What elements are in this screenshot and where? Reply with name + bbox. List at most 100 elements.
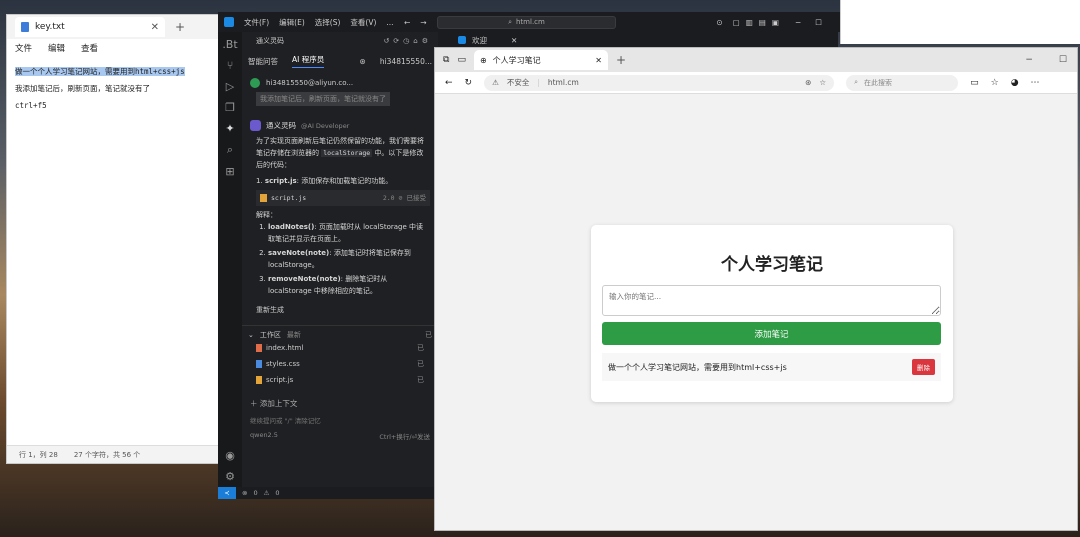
workspace-file[interactable]: script.js 已 [242, 372, 438, 388]
gear-icon[interactable]: ⚙ [225, 470, 235, 483]
vscode-editor-tabs: 欢迎 ✕ [438, 32, 838, 48]
explain-item: removeNote(note): 删除笔记时从 localStorage 中移… [268, 273, 430, 297]
split-screen-icon[interactable]: ▭ [970, 78, 979, 88]
close-icon[interactable]: ✕ [595, 56, 602, 65]
search-icon: ⌕ [854, 78, 859, 86]
bt-icon[interactable]: .Bt [222, 38, 237, 51]
forward-icon[interactable]: → [420, 18, 426, 27]
ai-role: @AI Developer [301, 121, 350, 130]
error-count[interactable]: 0 [253, 489, 257, 497]
address-bar[interactable]: ⚠ 不安全 | html.cm ⊛ ☆ [484, 74, 835, 91]
model-select[interactable]: qwen2.5 [250, 431, 278, 441]
workspace-header[interactable]: ⌄ 工作区 最新 已 [242, 330, 438, 340]
activity-bar: .Bt ⑂ ▷ ❐ ✦ ⌕ ⊞ ◉ ⚙ [218, 32, 242, 487]
file-chip-version: 2.0 [382, 194, 395, 202]
delete-button[interactable]: 删除 [912, 359, 935, 375]
step1-text: 添加保存和加载笔记的功能。 [301, 177, 393, 185]
more-menu-icon[interactable]: ⋯ [1031, 78, 1040, 88]
globe-icon: ⊕ [479, 55, 487, 65]
fn-name: saveNote(note) [268, 249, 330, 257]
js-file-icon [260, 194, 267, 202]
back-icon[interactable]: ← [404, 18, 410, 27]
lingma-panel: 通义灵码 ↺⟳◷⌂⚙ 智能问答 AI 程序员 ⊛ hi34815550... h… [242, 32, 438, 487]
browser-window: ⧉ ▭ ⊕ 个人学习笔记 ✕ + − ☐ ← ↻ ⚠ 不安全 | html.cm… [434, 47, 1078, 531]
file-status: 已 [417, 344, 424, 352]
user-email: hi34815550@aliyun.co... [266, 79, 354, 87]
account-name[interactable]: hi34815550... [380, 57, 432, 66]
add-context-label: 添加上下文 [259, 399, 298, 408]
menu-view[interactable]: 查看(V) [350, 17, 376, 28]
workspace-file[interactable]: index.html 已 [242, 340, 438, 356]
notepad-tab-title: key.txt [35, 22, 65, 32]
favorites-icon[interactable]: ☆ [991, 78, 999, 88]
copilot-icon[interactable]: ⊙ [716, 18, 722, 27]
new-tab-icon[interactable]: + [175, 20, 185, 34]
new-tab-icon[interactable]: + [616, 53, 626, 67]
back-icon[interactable]: ← [445, 78, 453, 88]
notepad-statusbar: 行 1，列 28 27 个字符，共 56 个 [7, 445, 218, 463]
minimize-icon[interactable]: − [1025, 55, 1033, 65]
menu-selection[interactable]: 选择(S) [315, 17, 341, 28]
extensions-icon[interactable]: ⊞ [225, 165, 234, 178]
warning-icon: ⚠ [263, 489, 270, 497]
close-icon[interactable]: ✕ [511, 36, 517, 45]
note-input[interactable] [602, 285, 941, 316]
menu-more[interactable]: ... [386, 18, 393, 27]
editor-tab-welcome[interactable]: 欢迎 [472, 35, 487, 46]
cursor-position: 行 1，列 28 [19, 450, 58, 459]
fn-name: removeNote(note) [268, 275, 341, 283]
run-debug-icon[interactable]: ▷ [226, 80, 234, 93]
refresh-icon[interactable]: ↻ [465, 78, 473, 88]
file-chip[interactable]: script.js 2.0 ⊘ 已接受 [256, 190, 430, 206]
maximize-icon[interactable]: ☐ [1059, 55, 1067, 65]
document-icon [21, 22, 29, 32]
chat-input[interactable]: 继续提问或 "/" 清除记忆 [250, 415, 430, 425]
panel-title: 通义灵码 [256, 37, 284, 45]
window-controls[interactable]: −☐ [795, 18, 840, 27]
source-control-icon[interactable]: ⑂ [227, 59, 234, 72]
add-note-button[interactable]: 添加笔记 [602, 322, 941, 345]
browser-tab[interactable]: ⊕ 个人学习笔记 ✕ [473, 50, 608, 70]
notepad-tab[interactable]: key.txt ✕ [15, 17, 165, 37]
browser-tabbar: ⧉ ▭ ⊕ 个人学习笔记 ✕ + − ☐ [435, 48, 1077, 72]
file-status: 已 [417, 360, 424, 368]
file-status: 已 [417, 376, 424, 384]
menu-file[interactable]: 文件(F) [244, 17, 269, 28]
reader-icon[interactable]: ⊛ [805, 78, 811, 87]
model-row: qwen2.5 Ctrl+换行/⏎发送 [250, 431, 430, 441]
user-message: 我添加笔记后，刷新页面，笔记就没有了 [256, 92, 390, 106]
tab-ai-programmer[interactable]: AI 程序员 [292, 54, 325, 68]
tab-actions-icon[interactable]: ▭ [457, 55, 466, 65]
tab-smart-qa[interactable]: 智能问答 [248, 56, 278, 67]
avatar [250, 78, 260, 88]
close-icon[interactable]: ✕ [151, 22, 159, 33]
menu-edit[interactable]: 编辑 [48, 42, 65, 54]
lingma-icon[interactable]: ✦ [225, 122, 234, 135]
browser-search-box[interactable]: ⌕ 在此搜索 [846, 74, 959, 91]
explain-item: loadNotes(): 页面加载时从 localStorage 中读取笔记并显… [268, 221, 430, 245]
warning-count[interactable]: 0 [275, 489, 279, 497]
js-file-icon [256, 376, 262, 384]
send-shortcut: Ctrl+换行/⏎发送 [379, 433, 430, 441]
page-title: 个人学习笔记 [721, 255, 823, 275]
command-center[interactable]: ⌕ html.cm [436, 15, 617, 29]
explorer-icon[interactable]: ❐ [225, 101, 235, 114]
remote-icon[interactable]: ≺ [218, 487, 236, 499]
notepad-text-area[interactable]: 做一个个人学习笔记网站，需要用到html+css+js 我添加笔记后，刷新页面，… [7, 57, 218, 120]
workspace-file[interactable]: styles.css 已 [242, 356, 438, 372]
search-icon[interactable]: ⌕ [227, 143, 233, 157]
ai-response: 为了实现页面刷新后笔记仍然保留的功能，我们需要将笔记存储在浏览器的 localS… [256, 135, 430, 297]
layout-icons[interactable]: ▢▥▤▣ [733, 18, 785, 27]
menu-file[interactable]: 文件 [15, 42, 32, 54]
vscode-commandbar: ← → ⌕ html.cm ⊙ ▢▥▤▣ −☐ [404, 12, 840, 32]
add-context-button[interactable]: ＋ 添加上下文 [250, 398, 430, 409]
menu-view[interactable]: 查看 [81, 42, 98, 54]
settings-icon[interactable]: ⊛ [360, 57, 366, 66]
account-icon[interactable]: ◉ [225, 449, 235, 462]
workspaces-icon[interactable]: ⧉ [443, 55, 449, 65]
menu-edit[interactable]: 编辑(E) [279, 17, 305, 28]
regenerate-button[interactable]: 重新生成 [256, 305, 430, 315]
favorite-star-icon[interactable]: ☆ [819, 78, 826, 87]
profile-avatar[interactable]: ◕ [1011, 78, 1019, 88]
panel-toolbar-icons[interactable]: ↺⟳◷⌂⚙ [383, 37, 432, 45]
